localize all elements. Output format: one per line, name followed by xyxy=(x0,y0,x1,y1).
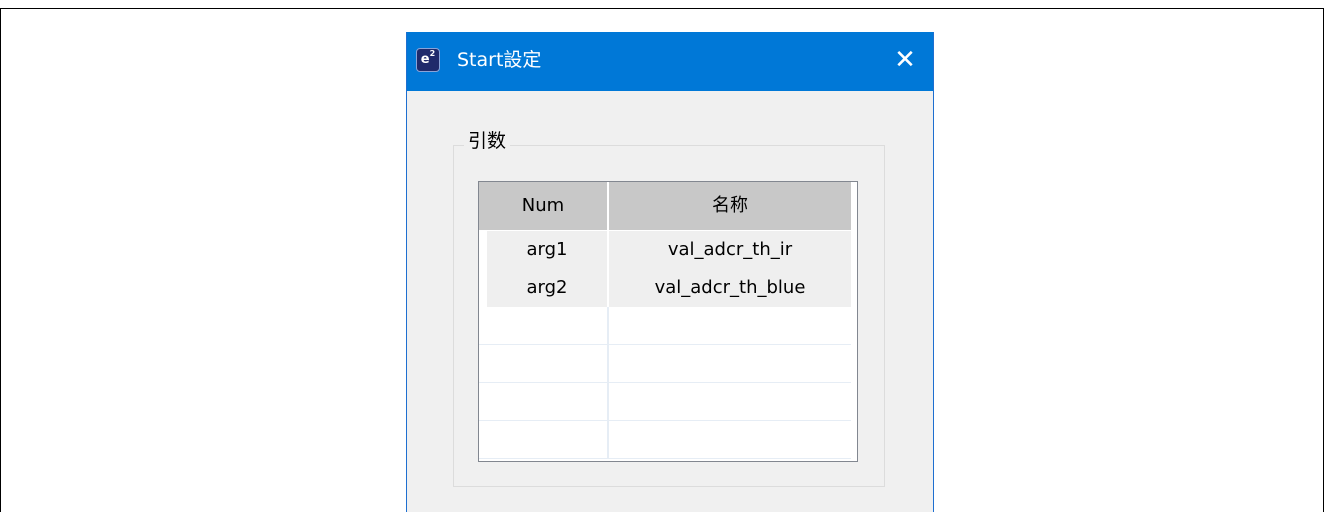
empty-cell[interactable] xyxy=(479,345,609,383)
title-bar: e2 Start設定 ✕ xyxy=(407,32,933,91)
empty-cell[interactable] xyxy=(609,421,851,459)
table-header-row: Num 名称 xyxy=(479,182,855,230)
table-row[interactable]: arg2 val_adcr_th_blue xyxy=(479,269,855,307)
arguments-group: 引数 Num 名称 arg1 val_adcr_th_ir arg2 val_a… xyxy=(453,127,885,487)
table-row[interactable]: arg1 val_adcr_th_ir xyxy=(479,231,855,269)
start-settings-dialog: e2 Start設定 ✕ 引数 Num 名称 arg1 val_adcr_th_… xyxy=(406,32,934,512)
arguments-table[interactable]: Num 名称 arg1 val_adcr_th_ir arg2 val_adcr… xyxy=(478,181,858,462)
table-cell-name[interactable]: val_adcr_th_blue xyxy=(609,269,851,307)
empty-table-row[interactable] xyxy=(479,307,855,345)
column-header-name[interactable]: 名称 xyxy=(609,182,851,230)
empty-table-row[interactable] xyxy=(479,421,855,459)
column-header-num[interactable]: Num xyxy=(479,182,609,230)
table-cell-num[interactable]: arg2 xyxy=(479,269,609,307)
empty-cell[interactable] xyxy=(609,345,851,383)
empty-cell[interactable] xyxy=(479,383,609,421)
table-cell-num[interactable]: arg1 xyxy=(479,231,609,269)
arguments-group-label: 引数 xyxy=(464,127,511,155)
empty-table-row[interactable] xyxy=(479,383,855,421)
table-cell-name[interactable]: val_adcr_th_ir xyxy=(609,231,851,269)
empty-cell[interactable] xyxy=(479,421,609,459)
empty-table-row[interactable] xyxy=(479,345,855,383)
close-button[interactable]: ✕ xyxy=(877,32,933,91)
close-icon: ✕ xyxy=(894,45,916,75)
window-title: Start設定 xyxy=(457,49,542,71)
e2-app-icon: e2 xyxy=(416,48,440,72)
empty-cell[interactable] xyxy=(609,383,851,421)
empty-cell[interactable] xyxy=(479,307,609,345)
empty-cell[interactable] xyxy=(609,307,851,345)
